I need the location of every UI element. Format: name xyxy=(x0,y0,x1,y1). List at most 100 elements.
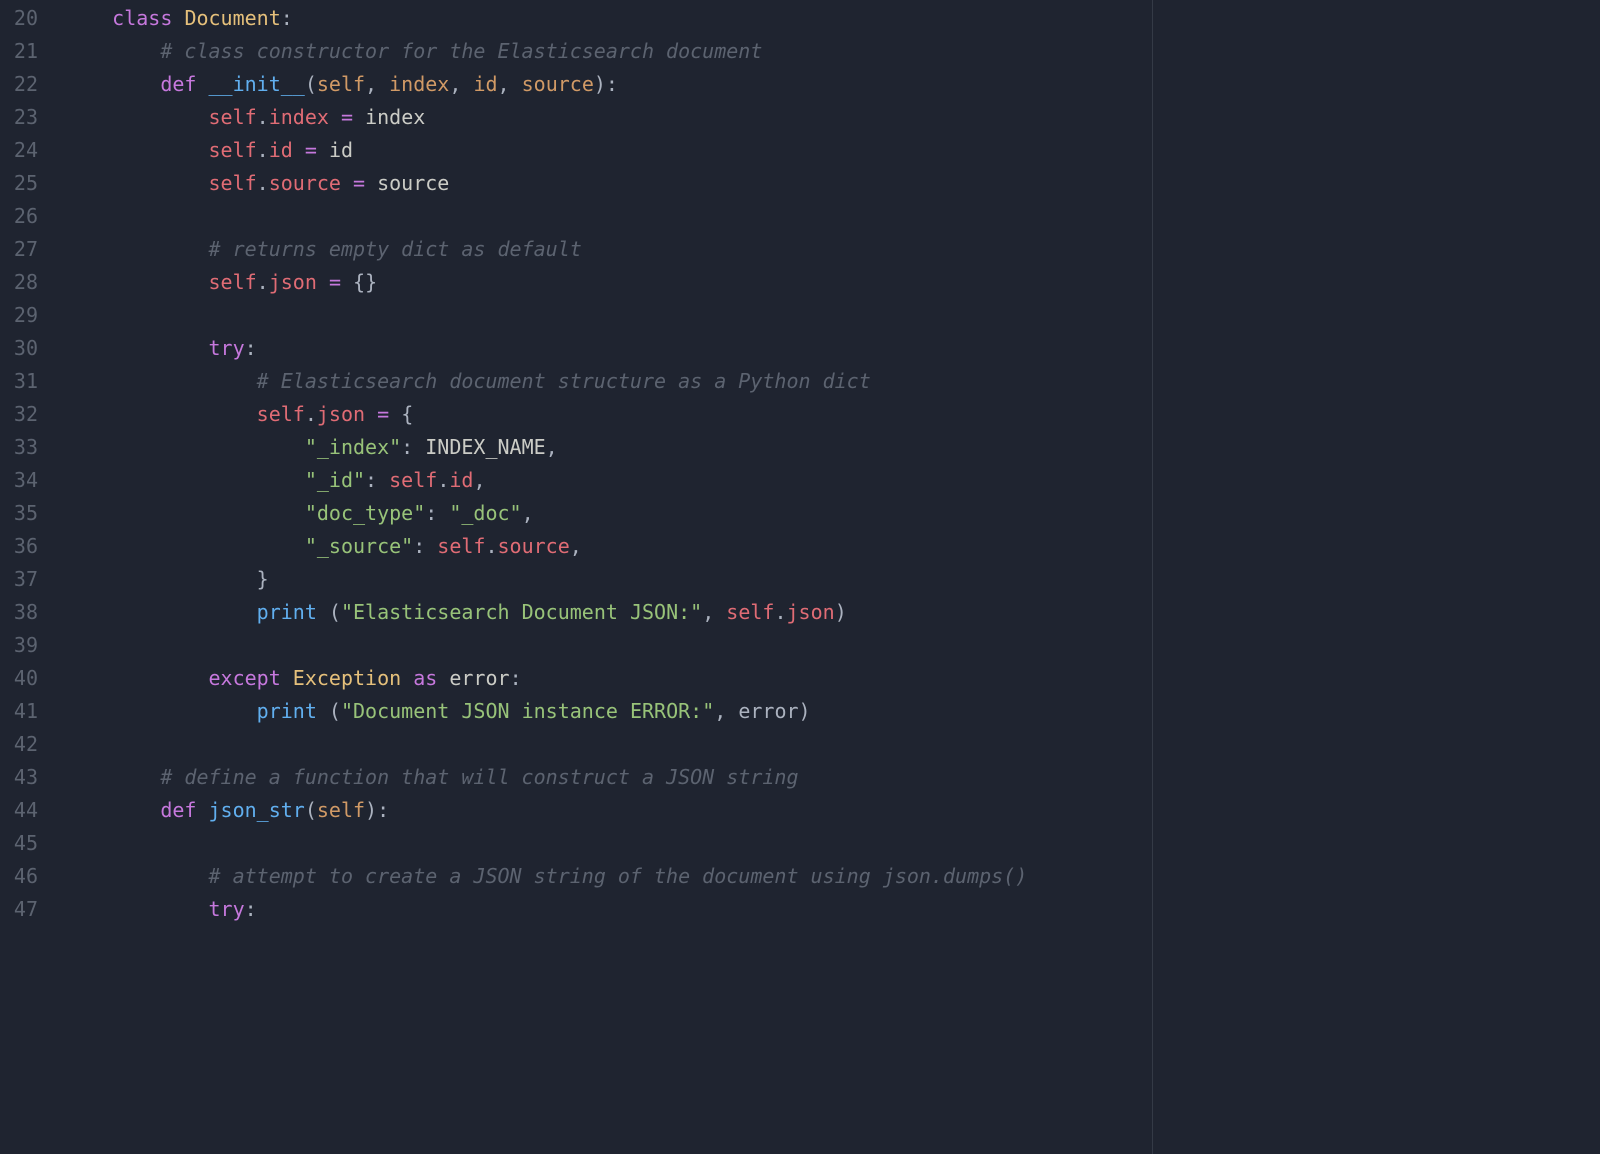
code-token xyxy=(64,270,209,294)
code-token: = xyxy=(377,402,389,426)
code-line[interactable]: self.json = { xyxy=(64,398,1600,431)
code-token: self xyxy=(209,105,257,129)
code-line[interactable]: self.source = source xyxy=(64,167,1600,200)
line-number: 21 xyxy=(0,35,38,68)
code-token: source xyxy=(522,72,594,96)
code-token: , xyxy=(546,435,558,459)
code-token: self xyxy=(209,138,257,162)
code-token: { xyxy=(401,402,413,426)
code-line[interactable]: "_index": INDEX_NAME, xyxy=(64,431,1600,464)
code-token: Document xyxy=(184,6,280,30)
code-line[interactable]: except Exception as error: xyxy=(64,662,1600,695)
code-token xyxy=(317,600,329,624)
code-line[interactable]: } xyxy=(64,563,1600,596)
code-token: # Elasticsearch document structure as a … xyxy=(257,369,871,393)
code-line[interactable]: "doc_type": "_doc", xyxy=(64,497,1600,530)
code-token: , xyxy=(498,72,522,96)
code-token: : xyxy=(510,666,522,690)
line-number: 27 xyxy=(0,233,38,266)
code-token: . xyxy=(305,402,317,426)
code-line[interactable]: class Document: xyxy=(64,2,1600,35)
code-line[interactable]: def __init__(self, index, id, source): xyxy=(64,68,1600,101)
code-line[interactable]: try: xyxy=(64,893,1600,926)
code-line[interactable] xyxy=(64,200,1600,233)
code-line[interactable]: # Elasticsearch document structure as a … xyxy=(64,365,1600,398)
code-token xyxy=(317,270,329,294)
code-line[interactable]: print ("Document JSON instance ERROR:", … xyxy=(64,695,1600,728)
code-token: self xyxy=(317,72,365,96)
code-token xyxy=(341,171,353,195)
code-token: . xyxy=(257,171,269,195)
code-line[interactable] xyxy=(64,629,1600,662)
code-token: json xyxy=(317,402,365,426)
code-token: id xyxy=(449,468,473,492)
code-token: self xyxy=(726,600,774,624)
line-number: 44 xyxy=(0,794,38,827)
code-token: . xyxy=(257,138,269,162)
code-line[interactable] xyxy=(64,827,1600,860)
code-token xyxy=(317,699,329,723)
code-token: def xyxy=(160,72,196,96)
code-token: id xyxy=(473,72,497,96)
code-token: source xyxy=(498,534,570,558)
code-line[interactable]: "_source": self.source, xyxy=(64,530,1600,563)
code-token: "_source" xyxy=(305,534,413,558)
code-token: , xyxy=(522,501,534,525)
code-token: index xyxy=(353,105,425,129)
code-line[interactable]: self.json = {} xyxy=(64,266,1600,299)
line-number: 35 xyxy=(0,497,38,530)
code-token: . xyxy=(485,534,497,558)
code-token: {} xyxy=(353,270,377,294)
code-line[interactable]: try: xyxy=(64,332,1600,365)
line-number: 37 xyxy=(0,563,38,596)
code-token: "Document JSON instance ERROR:" xyxy=(341,699,714,723)
code-token: "doc_type" xyxy=(305,501,425,525)
code-token xyxy=(64,897,209,921)
code-token: as xyxy=(413,666,437,690)
line-number: 46 xyxy=(0,860,38,893)
code-token: self xyxy=(209,171,257,195)
code-line[interactable] xyxy=(64,299,1600,332)
code-token: self xyxy=(257,402,305,426)
code-token: try xyxy=(209,336,245,360)
code-token: "_index" xyxy=(305,435,401,459)
code-token: self xyxy=(209,270,257,294)
code-line[interactable]: # returns empty dict as default xyxy=(64,233,1600,266)
code-token: . xyxy=(774,600,786,624)
code-line[interactable]: def json_str(self): xyxy=(64,794,1600,827)
line-number: 20 xyxy=(0,2,38,35)
code-token: = xyxy=(305,138,317,162)
code-line[interactable]: # class constructor for the Elasticsearc… xyxy=(64,35,1600,68)
code-token xyxy=(64,864,209,888)
code-token xyxy=(172,6,184,30)
line-number: 26 xyxy=(0,200,38,233)
code-token: source xyxy=(365,171,449,195)
code-line[interactable]: self.index = index xyxy=(64,101,1600,134)
code-token xyxy=(64,567,257,591)
code-token: } xyxy=(257,567,269,591)
code-token xyxy=(64,237,209,261)
code-line[interactable]: print ("Elasticsearch Document JSON:", s… xyxy=(64,596,1600,629)
code-token: , xyxy=(473,468,485,492)
code-token xyxy=(64,600,257,624)
code-editor[interactable]: 2021222324252627282930313233343536373839… xyxy=(0,0,1600,1154)
line-number: 24 xyxy=(0,134,38,167)
code-token: json xyxy=(269,270,317,294)
code-line[interactable]: "_id": self.id, xyxy=(64,464,1600,497)
code-area[interactable]: class Document: # class constructor for … xyxy=(56,2,1600,1154)
code-token: except xyxy=(209,666,281,690)
code-line[interactable] xyxy=(64,728,1600,761)
code-token: index xyxy=(269,105,329,129)
code-token: source xyxy=(269,171,341,195)
code-line[interactable]: # attempt to create a JSON string of the… xyxy=(64,860,1600,893)
code-line[interactable]: # define a function that will construct … xyxy=(64,761,1600,794)
code-line[interactable]: self.id = id xyxy=(64,134,1600,167)
code-token: . xyxy=(437,468,449,492)
line-number: 45 xyxy=(0,827,38,860)
code-token: : xyxy=(401,435,425,459)
code-token: print xyxy=(257,600,317,624)
line-number: 30 xyxy=(0,332,38,365)
code-token xyxy=(64,435,305,459)
code-token: ) xyxy=(835,600,847,624)
code-token: : xyxy=(245,897,257,921)
